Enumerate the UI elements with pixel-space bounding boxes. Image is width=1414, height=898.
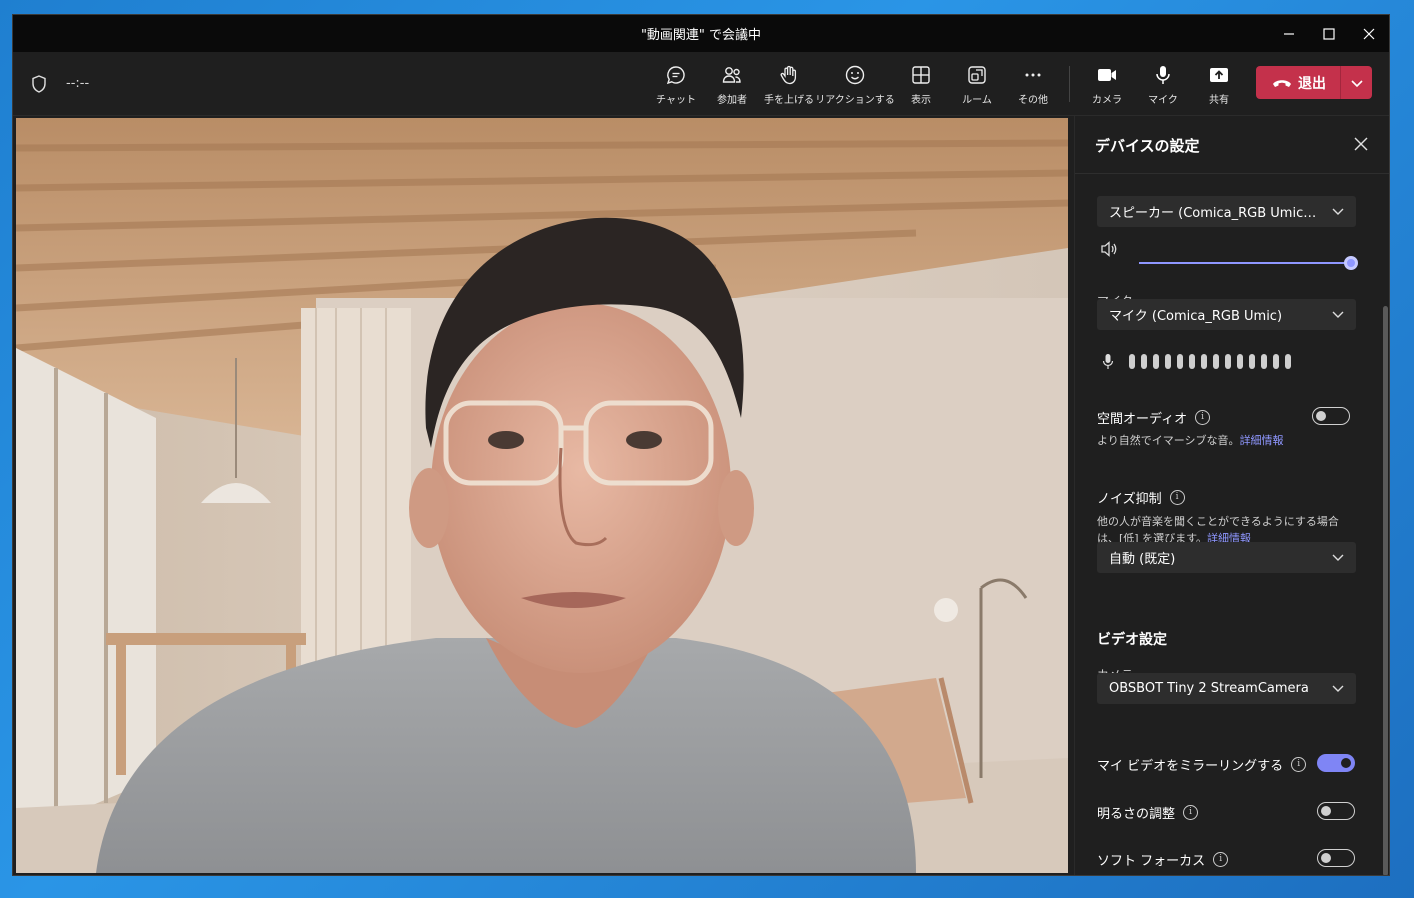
speaker-select-value: スピーカー (Comica_RGB Umic) (1... — [1109, 206, 1319, 221]
info-icon[interactable]: i — [1183, 805, 1199, 820]
mirror-video-toggle[interactable] — [1317, 754, 1355, 772]
spatial-audio-learn-more-link[interactable]: 詳細情報 — [1240, 434, 1284, 447]
shield-icon[interactable] — [29, 74, 49, 94]
speaker-volume-track[interactable] — [1139, 262, 1351, 264]
camera-select-value: OBSBOT Tiny 2 StreamCamera — [1109, 681, 1309, 696]
noise-suppression-label: ノイズ抑制 i — [1097, 488, 1185, 507]
microphone-button[interactable]: マイク — [1135, 60, 1191, 108]
panel-scrollbar[interactable] — [1383, 306, 1388, 875]
reactions-button[interactable]: リアクションする — [815, 60, 895, 108]
leave-button[interactable]: 退出 — [1256, 66, 1340, 99]
info-icon[interactable]: i — [1195, 410, 1211, 425]
rooms-label: ルーム — [962, 95, 992, 106]
panel-title: デバイスの設定 — [1095, 137, 1200, 155]
mirror-video-name: マイ ビデオをミラーリングする — [1097, 759, 1284, 774]
maximize-icon — [1323, 27, 1335, 40]
participants-button[interactable]: 参加者 — [704, 60, 760, 108]
share-label: 共有 — [1209, 95, 1229, 106]
view-button[interactable]: 表示 — [893, 60, 949, 108]
raise-hand-icon — [780, 65, 797, 85]
leave-button-group: 退出 — [1256, 66, 1372, 99]
more-label: その他 — [1018, 95, 1048, 106]
chevron-down-icon — [1350, 79, 1363, 87]
raise-hand-label: 手を上げる — [764, 95, 814, 106]
share-button[interactable]: 共有 — [1191, 60, 1247, 108]
device-settings-panel: デバイスの設定 スピーカー (Comica_RGB Umic) (1... マイ… — [1074, 116, 1389, 875]
rooms-icon — [968, 66, 986, 84]
chat-icon — [666, 66, 685, 85]
spatial-audio-toggle[interactable] — [1312, 407, 1350, 425]
mic-level-meter — [1129, 354, 1291, 369]
minimize-button[interactable] — [1269, 15, 1309, 52]
noise-suppression-value: 自動 (既定) — [1109, 552, 1176, 567]
window-title: "動画関連" で会議中 — [640, 28, 762, 43]
panel-header: デバイスの設定 — [1075, 116, 1389, 174]
soft-focus-label: ソフト フォーカス i — [1097, 850, 1229, 869]
spatial-audio-name: 空間オーディオ — [1097, 412, 1188, 427]
leave-label: 退出 — [1298, 75, 1326, 92]
mirror-video-label: マイ ビデオをミラーリングする i — [1097, 755, 1307, 774]
brightness-label: 明るさの調整 i — [1097, 803, 1199, 822]
microphone-icon — [1156, 66, 1170, 84]
share-icon — [1210, 68, 1228, 82]
more-button[interactable]: その他 — [1005, 60, 1061, 108]
camera-button[interactable]: カメラ — [1079, 60, 1135, 108]
close-window-button[interactable] — [1349, 15, 1389, 52]
video-settings-heading: ビデオ設定 — [1097, 632, 1167, 648]
info-icon[interactable]: i — [1291, 757, 1307, 772]
camera-icon — [1098, 69, 1116, 81]
people-icon — [722, 67, 741, 83]
speaker-icon — [1101, 241, 1117, 257]
maximize-button[interactable] — [1309, 15, 1349, 52]
chevron-down-icon — [1332, 554, 1344, 561]
spatial-audio-desc-text: より自然でイマーシブな音。 — [1097, 434, 1240, 447]
view-label: 表示 — [911, 95, 931, 106]
chat-button[interactable]: チャット — [648, 60, 704, 108]
soft-focus-name: ソフト フォーカス — [1097, 854, 1206, 869]
mic-level-icon — [1102, 354, 1114, 369]
microphone-select-value: マイク (Comica_RGB Umic) — [1109, 309, 1283, 324]
soft-focus-toggle[interactable] — [1317, 849, 1355, 867]
close-panel-icon[interactable] — [1353, 136, 1369, 152]
spatial-audio-label: 空間オーディオ i — [1097, 408, 1211, 427]
video-stage — [16, 118, 1068, 873]
info-icon[interactable]: i — [1213, 852, 1229, 867]
brightness-toggle[interactable] — [1317, 802, 1355, 820]
brightness-name: 明るさの調整 — [1097, 807, 1176, 822]
participant-video — [16, 118, 1068, 873]
camera-select[interactable]: OBSBOT Tiny 2 StreamCamera — [1097, 673, 1356, 704]
window-controls — [1269, 15, 1389, 52]
camera-label: カメラ — [1092, 95, 1122, 106]
microphone-label: マイク — [1148, 95, 1178, 106]
participants-label: 参加者 — [717, 95, 747, 106]
grid-icon — [912, 66, 930, 84]
raise-hand-button[interactable]: 手を上げる — [761, 60, 817, 108]
reactions-label: リアクションする — [815, 95, 895, 106]
chevron-down-icon — [1332, 685, 1344, 692]
chat-label: チャット — [656, 95, 696, 106]
spatial-audio-desc: より自然でイマーシブな音。詳細情報 — [1097, 432, 1359, 449]
toolbar-divider — [1069, 66, 1070, 102]
speaker-select[interactable]: スピーカー (Comica_RGB Umic) (1... — [1097, 196, 1356, 227]
info-icon[interactable]: i — [1169, 490, 1185, 505]
noise-suppression-select[interactable]: 自動 (既定) — [1097, 542, 1356, 573]
noise-suppression-name: ノイズ抑制 — [1097, 492, 1162, 507]
phone-hangup-icon — [1273, 79, 1291, 87]
meeting-toolbar: --:-- チャット 参加者 手を上げる リアクションする 表示 ルーム その他 — [13, 52, 1389, 116]
speaker-volume-thumb[interactable] — [1344, 256, 1358, 270]
chevron-down-icon — [1332, 311, 1344, 318]
meeting-timer: --:-- — [66, 76, 90, 91]
more-icon — [1025, 73, 1041, 77]
minimize-icon — [1284, 32, 1294, 35]
close-icon — [1363, 28, 1375, 39]
chevron-down-icon — [1332, 208, 1344, 215]
leave-options-button[interactable] — [1341, 78, 1372, 88]
meeting-window: "動画関連" で会議中 --:-- チャット 参加者 手を上げる リアクションす… — [12, 14, 1390, 876]
smile-icon — [845, 65, 865, 85]
rooms-button[interactable]: ルーム — [949, 60, 1005, 108]
title-bar: "動画関連" で会議中 — [13, 15, 1389, 52]
microphone-select[interactable]: マイク (Comica_RGB Umic) — [1097, 299, 1356, 330]
